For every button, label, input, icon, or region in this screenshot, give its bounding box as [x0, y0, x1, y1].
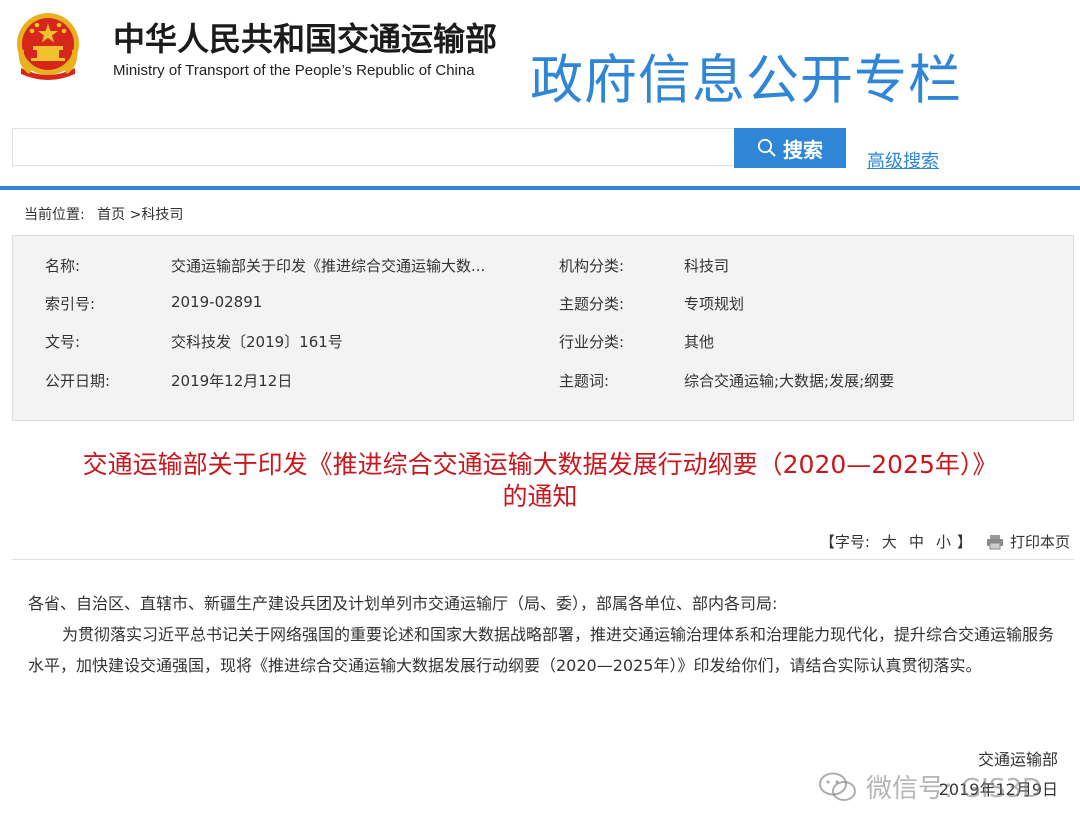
font-size-close: 】: [956, 533, 972, 551]
site-header: 中华人民共和国交通运输部 Ministry of Transport of th…: [0, 0, 1080, 190]
breadcrumb-home-link[interactable]: 首页: [97, 207, 125, 223]
wechat-watermark: 微信号: GIS3D: [818, 768, 1042, 805]
header-divider: [0, 186, 1080, 190]
ministry-name-cn: 中华人民共和国交通运输部: [113, 20, 498, 58]
watermark-text: 微信号: GIS3D: [866, 774, 1042, 804]
font-large-button[interactable]: 大: [882, 531, 897, 552]
search-icon: [757, 138, 776, 157]
font-size-label: 【字号:: [819, 533, 870, 551]
info-index-label: 索引号:: [45, 295, 96, 313]
info-date-value: 2019年12月12日: [171, 372, 293, 390]
breadcrumb-prefix: 当前位置:: [24, 207, 85, 223]
font-small-button[interactable]: 小: [936, 531, 951, 552]
document-title-line2: 的通知: [502, 482, 578, 511]
national-emblem-icon: [17, 13, 79, 80]
info-index-value: 2019-02891: [171, 293, 263, 311]
info-industry-value: 其他: [684, 333, 715, 351]
info-topic-label: 主题分类:: [559, 295, 625, 313]
content-divider: [12, 559, 1074, 560]
document-info-panel: 名称: 交通运输部关于印发《推进综合交通运输大数... 索引号: 2019-02…: [12, 235, 1074, 421]
info-docno-label: 文号:: [45, 333, 81, 351]
document-title-line1: 交通运输部关于印发《推进综合交通运输大数据发展行动纲要（2020—2025年）》: [82, 450, 998, 479]
info-topic-value: 专项规划: [684, 295, 745, 313]
breadcrumb-current: >科技司: [129, 207, 184, 223]
info-industry-label: 行业分类:: [559, 333, 625, 351]
search-button[interactable]: 搜索: [734, 128, 846, 168]
column-title: 政府信息公开专栏: [530, 50, 962, 111]
document-salutation: 各省、自治区、直辖市、新疆生产建设兵团及计划单列市交通运输厅（局、委），部属各单…: [28, 594, 778, 613]
ministry-name-en: Ministry of Transport of the People’s Re…: [113, 62, 475, 79]
info-docno-value: 交科技发〔2019〕161号: [171, 333, 343, 351]
info-org-value: 科技司: [684, 257, 730, 275]
document-body: 各省、自治区、直辖市、新疆生产建设兵团及计划单列市交通运输厅（局、委），部属各单…: [28, 588, 1058, 681]
document-paragraph: 为贯彻落实习近平总书记关于网络强国的重要论述和国家大数据战略部署，推进交通运输治…: [28, 625, 1055, 675]
document-title: 交通运输部关于印发《推进综合交通运输大数据发展行动纲要（2020—2025年）》…: [0, 449, 1080, 513]
print-page-button[interactable]: 打印本页: [986, 531, 1070, 552]
info-keywords-value: 综合交通运输;大数据;发展;纲要: [684, 372, 895, 390]
breadcrumb: 当前位置: 首页 >科技司: [24, 204, 183, 224]
search-input[interactable]: [12, 128, 734, 166]
wechat-icon: [819, 772, 856, 801]
info-date-label: 公开日期:: [45, 372, 111, 390]
info-keywords-label: 主题词:: [559, 372, 610, 390]
info-org-label: 机构分类:: [559, 257, 625, 275]
font-medium-button[interactable]: 中: [909, 531, 924, 552]
info-name-label: 名称:: [45, 257, 81, 275]
advanced-search-link[interactable]: 高级搜索: [867, 147, 939, 173]
font-size-toolbar: 【字号: 大 中 小 】 打印本页: [820, 531, 1070, 552]
print-page-label: 打印本页: [1009, 533, 1070, 551]
document-signature: 交通运输部: [977, 750, 1058, 769]
search-button-label: 搜索: [783, 139, 823, 162]
info-name-value: 交通运输部关于印发《推进综合交通运输大数...: [171, 257, 486, 275]
printer-icon: [986, 534, 1003, 549]
